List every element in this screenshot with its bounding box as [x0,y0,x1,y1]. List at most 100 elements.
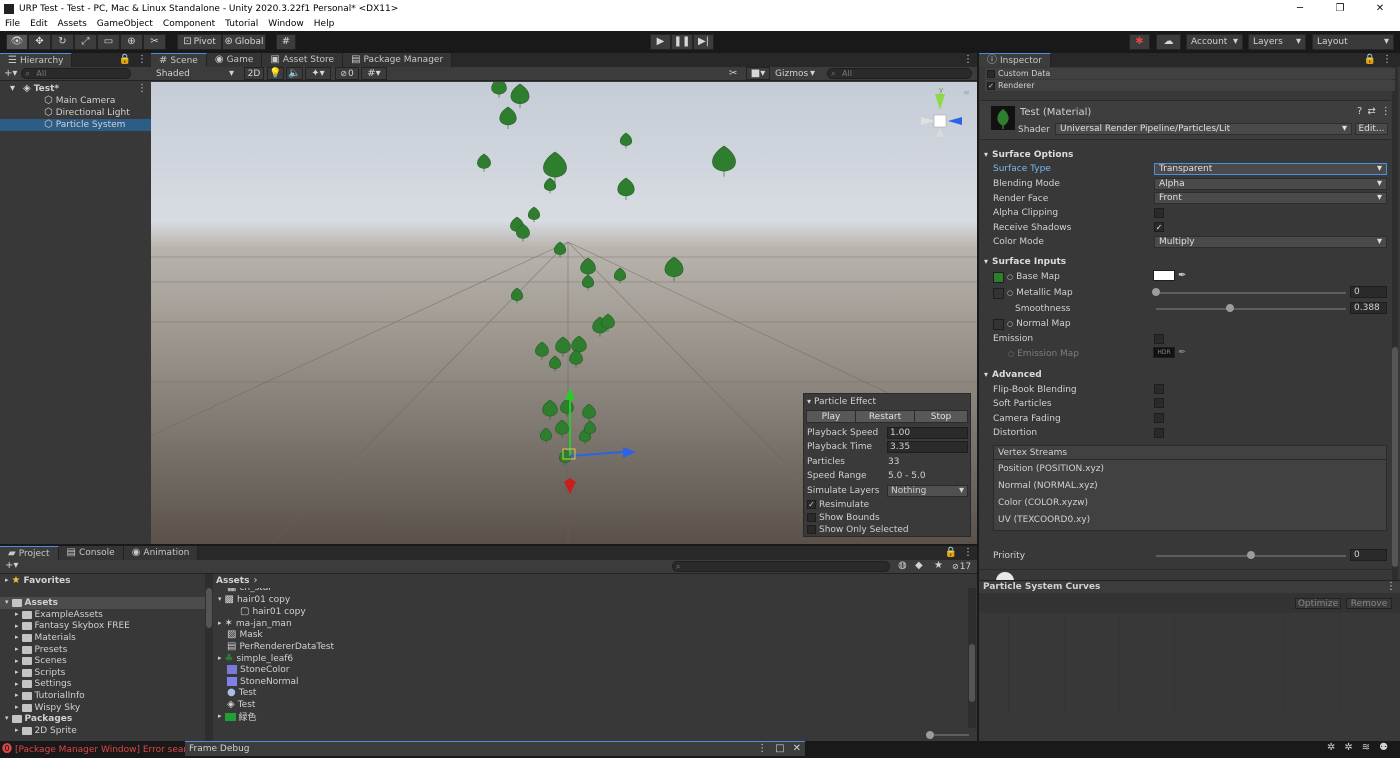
rect-tool-button[interactable]: ▭ [97,34,120,50]
vertex-stream-item[interactable]: Position (POSITION.xyz) [994,460,1386,477]
emission-checkbox[interactable] [1154,334,1164,344]
eyedropper-icon[interactable]: ✒ [1178,271,1186,281]
resimulate-row[interactable]: ✓ Resimulate [807,498,969,511]
collab-button[interactable]: ✱ [1129,34,1150,50]
playback-time-field[interactable]: 3.35 [887,440,968,453]
smoothness-slider-knob[interactable] [1225,304,1234,312]
filter-type-icon[interactable]: ◍ [898,561,907,571]
tab-hierarchy[interactable]: ☰ Hierarchy [0,53,73,67]
inspector-scrollbar-thumb[interactable] [1392,347,1398,567]
menu-edit[interactable]: Edit [25,19,52,29]
collapse-triangle-icon[interactable]: ▾ [807,397,811,406]
metallic-slider-track[interactable] [1156,292,1346,294]
inspector-scrollbar[interactable] [1392,67,1398,583]
asset-row[interactable]: ▦cn_star [227,588,272,594]
smoothness-value-field[interactable]: 0.388 [1350,302,1387,314]
smoothness-slider-track[interactable] [1156,308,1346,310]
asset-folder-row[interactable]: ▸ TutorialInfo [15,690,85,702]
label-icon[interactable]: ◆ [915,561,923,571]
tab-package-manager[interactable]: ▤ Package Manager [343,53,453,67]
menu-file[interactable]: File [0,19,25,29]
asset-folder-row[interactable]: ▸ Wispy Sky [15,702,80,714]
package-folder-row[interactable]: ▸ 2D Sprite [15,725,77,737]
menu-help[interactable]: Help [309,19,340,29]
normal-map-texture-slot[interactable] [993,318,1004,330]
metallic-map-texture-slot[interactable] [993,287,1004,299]
asset-folder-row[interactable]: ▸ Scenes [15,655,67,667]
grid-dropdown[interactable]: #▾ [361,67,387,80]
priority-slider-knob[interactable] [1247,551,1255,559]
restart-effect-button[interactable]: Restart [855,410,915,423]
asset-folder-row[interactable]: ▸ Settings [15,679,71,691]
tab-animation[interactable]: ◉ Animation [123,546,199,560]
base-map-texture-slot[interactable] [993,271,1004,283]
distortion-checkbox[interactable] [1154,428,1164,438]
tab-asset-store[interactable]: ▣ Asset Store [262,53,344,67]
asset-row[interactable]: ▤ PerRendererDataTest [227,641,334,653]
asset-list-scrollbar[interactable] [968,588,976,728]
resimulate-checkbox[interactable]: ✓ [807,500,816,509]
menu-window[interactable]: Window [263,19,309,29]
progress-icon[interactable]: ⚉ [1379,743,1388,753]
add-icon[interactable]: +▾ [5,561,18,571]
cache-server-icon[interactable]: ≋ [1362,743,1370,753]
more-icon[interactable]: ⋮ [757,744,767,754]
play-effect-button[interactable]: Play [806,410,856,423]
auto-generate-lighting-icon[interactable]: ✲ [1344,743,1352,753]
surface-options-header[interactable]: ▾ Surface Options [984,148,1073,162]
color-mode-dropdown[interactable]: Multiply ▾ [1154,236,1387,248]
more-icon[interactable]: ⋮ [137,55,147,65]
vertex-stream-item[interactable]: Color (COLOR.xyzw) [994,494,1386,511]
effects-dropdown[interactable]: ✦▾ [305,67,331,80]
hierarchy-search[interactable]: ⌕ All [21,68,132,79]
alpha-clipping-checkbox[interactable] [1154,208,1164,218]
particle-effect-header[interactable]: ▾ Particle Effect [807,395,969,408]
emission-color-swatch[interactable]: HDR [1153,347,1175,358]
help-icon[interactable]: ? [1357,107,1362,117]
more-icon[interactable]: ⋮ [963,548,973,558]
asset-folder-row[interactable]: ▸ Fantasy Skybox FREE [15,621,130,633]
simulate-layers-dropdown[interactable]: Nothing ▾ [887,484,968,497]
lock-icon[interactable]: 🔒 [119,55,131,65]
surface-type-dropdown[interactable]: Transparent ▾ [1154,163,1387,175]
scene-search[interactable]: ⌕ All [827,68,972,79]
lock-icon[interactable]: 🔒 [945,548,957,558]
assets-root-row[interactable]: ▾ Assets [5,597,58,609]
blending-mode-dropdown[interactable]: Alpha ▾ [1154,178,1387,190]
account-dropdown[interactable]: Account ▾ [1186,34,1243,50]
bug-icon[interactable]: ✲ [1327,743,1335,753]
show-only-selected-checkbox[interactable] [807,525,816,534]
object-picker-icon[interactable]: ○ [1007,273,1013,281]
eyedropper-icon[interactable]: ✒ [1178,348,1186,358]
vertex-stream-item[interactable]: UV (TEXCOORD0.xy) [994,511,1386,528]
more-icon[interactable]: ⋮ [1381,107,1391,117]
hidden-objects-toggle[interactable]: ⊘ 0 [335,67,359,80]
tools-icon[interactable]: ✂ [729,69,737,79]
soft-particles-checkbox[interactable] [1154,398,1164,408]
more-icon[interactable]: ⋮ [1386,582,1396,592]
layout-dropdown[interactable]: Layout ▾ [1312,34,1394,50]
custom-tool-button[interactable]: ✂ [143,34,166,50]
receive-shadows-checkbox[interactable]: ✓ [1154,222,1164,232]
layers-dropdown[interactable]: Layers ▾ [1248,34,1306,50]
base-color-swatch[interactable] [1153,270,1175,281]
vertex-stream-item[interactable]: Normal (NORMAL.xyz) [994,477,1386,494]
more-icon[interactable]: ⋮ [1382,55,1392,65]
asset-folder-row[interactable]: ▸ Materials [15,632,76,644]
remove-button[interactable]: Remove [1346,598,1392,609]
transform-tool-button[interactable]: ⊕ [120,34,143,50]
asset-row[interactable]: ◈ Test [227,699,255,711]
object-picker-icon[interactable]: ○ [1007,289,1013,297]
maximize-icon[interactable]: □ [775,744,784,754]
pivot-button[interactable]: ⊡ Pivot [177,34,222,50]
asset-list-scrollbar-thumb[interactable] [969,644,975,702]
pause-button[interactable]: ❚❚ [671,34,693,50]
flip-book-checkbox[interactable] [1154,384,1164,394]
grid-snap-button[interactable]: # [276,34,296,50]
menu-tutorial[interactable]: Tutorial [220,19,263,29]
asset-folder-row[interactable]: ▸ ExampleAssets [15,609,103,621]
global-button[interactable]: ⊛ Global [222,34,266,50]
camera-fading-checkbox[interactable] [1154,413,1164,423]
playback-speed-field[interactable]: 1.00 [887,426,968,439]
shader-dropdown[interactable]: Universal Render Pipeline/Particles/Lit ▾ [1055,123,1352,135]
